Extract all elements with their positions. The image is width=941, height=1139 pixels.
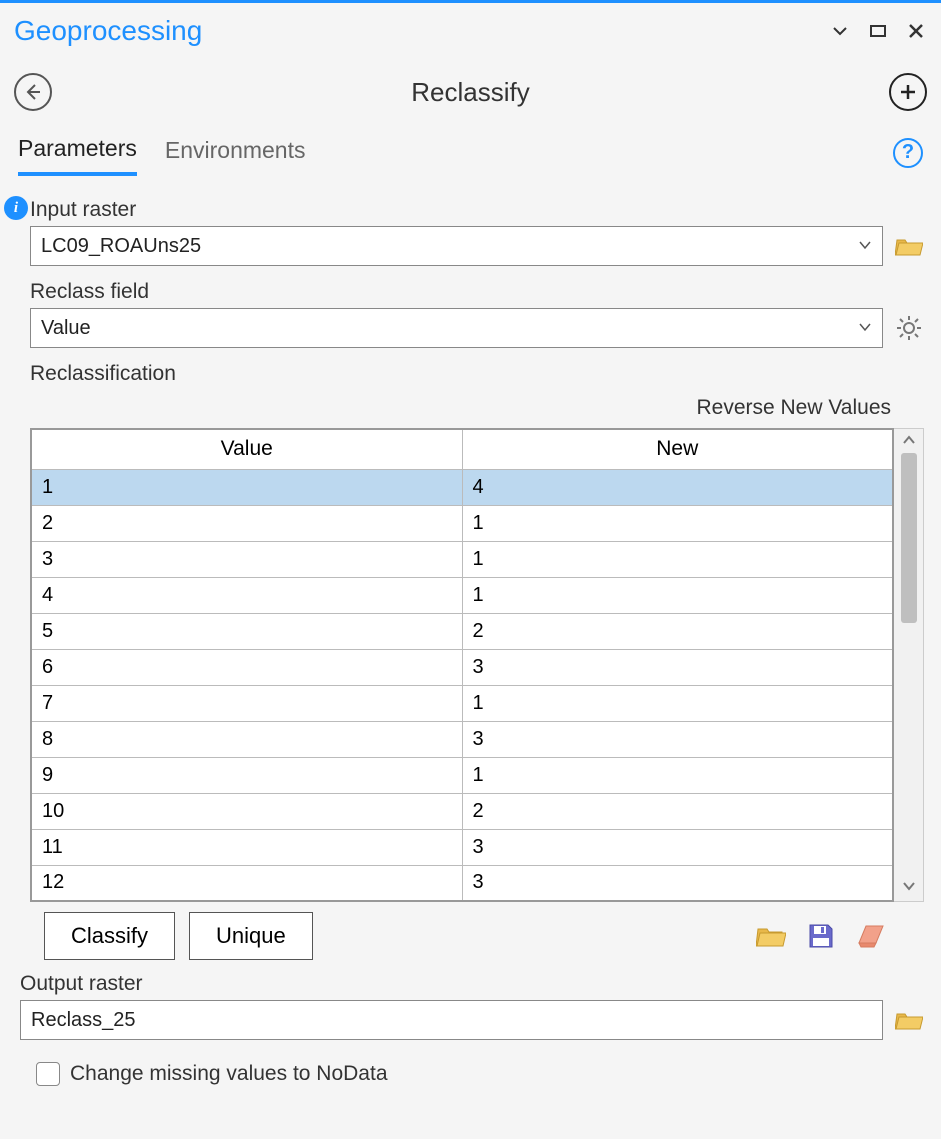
scroll-down-icon[interactable] (902, 879, 916, 897)
reclass-field-value: Value (41, 317, 91, 340)
input-raster-value: LC09_ROAUns25 (41, 235, 201, 258)
cell-new[interactable]: 1 (462, 685, 893, 721)
cell-new[interactable]: 1 (462, 577, 893, 613)
table-row[interactable]: 71 (31, 685, 893, 721)
table-row[interactable]: 14 (31, 469, 893, 505)
tab-environments[interactable]: Environments (165, 131, 306, 174)
cell-value[interactable]: 11 (31, 829, 462, 865)
input-raster-label: Input raster (16, 198, 925, 222)
erase-remap-icon[interactable] (853, 918, 889, 954)
classify-button[interactable]: Classify (44, 912, 175, 960)
cell-value[interactable]: 4 (31, 577, 462, 613)
change-missing-checkbox[interactable] (36, 1062, 60, 1086)
back-button[interactable] (14, 73, 52, 111)
table-row[interactable]: 83 (31, 721, 893, 757)
table-scrollbar[interactable] (894, 428, 924, 902)
cell-new[interactable]: 2 (462, 793, 893, 829)
table-row[interactable]: 102 (31, 793, 893, 829)
table-row[interactable]: 52 (31, 613, 893, 649)
cell-new[interactable]: 1 (462, 757, 893, 793)
cell-new[interactable]: 3 (462, 721, 893, 757)
tab-parameters[interactable]: Parameters (18, 129, 137, 176)
cell-value[interactable]: 9 (31, 757, 462, 793)
add-button[interactable] (889, 73, 927, 111)
scroll-up-icon[interactable] (902, 433, 916, 451)
close-icon[interactable] (905, 20, 927, 42)
cell-new[interactable]: 3 (462, 865, 893, 901)
reclassification-label: Reclassification (16, 362, 925, 386)
change-missing-label: Change missing values to NoData (70, 1062, 388, 1086)
chevron-down-icon[interactable] (858, 235, 872, 258)
cell-value[interactable]: 2 (31, 505, 462, 541)
cell-value[interactable]: 10 (31, 793, 462, 829)
table-row[interactable]: 41 (31, 577, 893, 613)
cell-new[interactable]: 4 (462, 469, 893, 505)
chevron-down-icon[interactable] (858, 317, 872, 340)
table-row[interactable]: 91 (31, 757, 893, 793)
cell-value[interactable]: 7 (31, 685, 462, 721)
cell-new[interactable]: 3 (462, 649, 893, 685)
table-row[interactable]: 63 (31, 649, 893, 685)
scrollbar-thumb[interactable] (901, 453, 917, 623)
gear-icon[interactable] (893, 314, 925, 342)
reclass-field-label: Reclass field (16, 280, 925, 304)
unique-button[interactable]: Unique (189, 912, 313, 960)
cell-new[interactable]: 1 (462, 505, 893, 541)
col-new-header[interactable]: New (462, 429, 893, 469)
load-remap-icon[interactable] (753, 918, 789, 954)
output-raster-label: Output raster (16, 972, 925, 996)
tool-title: Reclassify (52, 77, 889, 108)
input-raster-input[interactable]: LC09_ROAUns25 (30, 226, 883, 266)
help-icon[interactable]: ? (893, 138, 923, 168)
table-row[interactable]: 123 (31, 865, 893, 901)
table-row[interactable]: 21 (31, 505, 893, 541)
reclass-field-input[interactable]: Value (30, 308, 883, 348)
pane-title: Geoprocessing (14, 15, 829, 47)
reverse-new-values-link[interactable]: Reverse New Values (16, 396, 925, 420)
save-remap-icon[interactable] (803, 918, 839, 954)
chevron-down-icon[interactable] (829, 20, 851, 42)
output-raster-value: Reclass_25 (31, 1009, 136, 1032)
folder-open-icon[interactable] (893, 1008, 925, 1032)
table-row[interactable]: 31 (31, 541, 893, 577)
cell-new[interactable]: 1 (462, 541, 893, 577)
cell-value[interactable]: 5 (31, 613, 462, 649)
table-row[interactable]: 113 (31, 829, 893, 865)
cell-value[interactable]: 8 (31, 721, 462, 757)
cell-new[interactable]: 3 (462, 829, 893, 865)
reclassification-table[interactable]: Value New 142131415263718391102113123 (30, 428, 894, 902)
col-value-header[interactable]: Value (31, 429, 462, 469)
cell-value[interactable]: 1 (31, 469, 462, 505)
cell-value[interactable]: 12 (31, 865, 462, 901)
folder-open-icon[interactable] (893, 234, 925, 258)
info-icon: i (4, 196, 28, 220)
cell-value[interactable]: 6 (31, 649, 462, 685)
output-raster-input[interactable]: Reclass_25 (20, 1000, 883, 1040)
cell-value[interactable]: 3 (31, 541, 462, 577)
maximize-icon[interactable] (867, 20, 889, 42)
cell-new[interactable]: 2 (462, 613, 893, 649)
